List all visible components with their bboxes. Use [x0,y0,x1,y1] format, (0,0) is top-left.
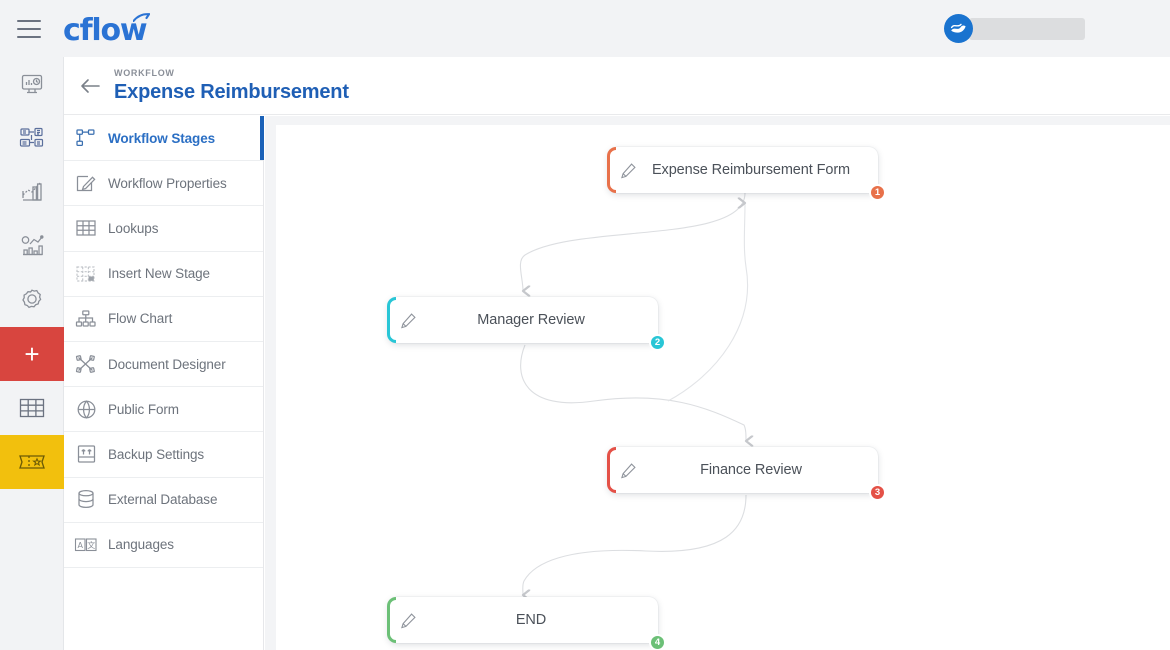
edit-square-icon [64,173,108,194]
rail-item-reports[interactable] [0,165,64,219]
menu-item-backup-settings[interactable]: Backup Settings [64,432,263,478]
flow-chart-icon [64,309,108,329]
menu-item-label: Lookups [108,220,159,236]
workflow-stages-icon [64,128,108,148]
back-arrow-icon[interactable] [77,73,103,99]
breadcrumb-eyebrow: WORKFLOW [114,68,175,79]
rail-item-settings[interactable] [0,273,64,327]
page-title: Expense Reimbursement [114,80,349,103]
menu-item-flow-chart[interactable]: Flow Chart [64,297,263,342]
menu-item-label: Workflow Properties [108,175,227,191]
app-root: cflow + WORKFLOW Expense Reimbursement W… [0,0,1170,650]
menu-item-label: Backup Settings [108,446,205,462]
menu-filler [64,568,263,650]
rail-item-add[interactable]: + [0,327,64,381]
menu-item-label: Insert New Stage [108,266,210,282]
rail-item-tables[interactable] [0,381,64,435]
plus-icon: + [24,339,40,369]
avatar-wave-icon [950,23,966,33]
database-icon [64,489,108,510]
node-badge: 1 [869,184,886,201]
breadcrumb: WORKFLOW Expense Reimbursement [114,68,349,103]
workflow-node-expense-reimbursement-form[interactable]: Expense Reimbursement Form 1 [607,147,886,201]
menu-item-document-designer[interactable]: Document Designer [64,342,263,388]
rail-item-analytics[interactable] [0,219,64,273]
globe-icon [64,399,108,420]
insert-stage-icon [64,265,108,283]
menu-item-external-database[interactable]: External Database [64,478,263,523]
node-accent-bar [387,597,396,643]
workflow-settings-menu: Workflow Stages Workflow Properties Look… [64,116,264,650]
edge-manager-to-finance [520,344,746,441]
dashboard-monitor-icon [21,74,43,94]
workflow-canvas[interactable]: Expense Reimbursement Form 1 Manager Rev… [265,116,1170,650]
workflow-node-end[interactable]: END 4 [387,597,666,650]
analytics-icon [21,235,44,256]
node-accent-bar [607,147,616,193]
menu-item-languages[interactable]: A 文 Languages [64,523,263,568]
menu-item-label: External Database [108,492,218,508]
menu-item-workflow-properties[interactable]: Workflow Properties [64,161,263,207]
canvas-surface[interactable]: Expense Reimbursement Form 1 Manager Rev… [276,125,1170,650]
menu-item-label: Workflow Stages [108,130,216,146]
node-label: Manager Review [477,312,585,328]
profile-chip[interactable] [944,14,1085,43]
node-label: Expense Reimbursement Form [651,162,851,178]
menu-item-label: Languages [108,537,174,553]
grid-table-icon [19,398,45,418]
process-flow-icon [19,127,44,147]
rail-item-dashboard[interactable] [0,57,64,111]
menu-item-public-form[interactable]: Public Form [64,387,263,433]
menu-item-label: Flow Chart [108,311,173,327]
top-bar: cflow [0,0,1170,57]
bar-chart-icon [22,182,42,201]
menu-item-label: Document Designer [108,356,226,372]
node-label: Finance Review [700,462,802,478]
node-label: END [515,612,547,628]
workflow-node-manager-review[interactable]: Manager Review 2 [387,297,666,351]
workflow-node-finance-review[interactable]: Finance Review 3 [607,447,886,501]
node-badge: 4 [649,634,666,650]
ticket-star-icon [19,455,45,469]
menu-item-label: Public Form [108,401,179,417]
rail-item-tickets[interactable] [0,435,64,489]
node-accent-bar [387,297,396,343]
content-header: WORKFLOW Expense Reimbursement [64,57,1170,115]
backup-upload-icon [64,444,108,464]
gear-icon [22,289,42,309]
table-grid-icon [64,219,108,237]
svg-text:文: 文 [87,540,95,550]
cflow-logo[interactable]: cflow [63,12,151,46]
profile-name-placeholder [969,17,1085,40]
rail-item-processes[interactable] [0,111,64,165]
avatar[interactable] [944,14,973,43]
hamburger-menu-icon[interactable] [17,19,41,38]
node-badge: 2 [649,334,666,351]
edge-form-to-manager [519,192,746,291]
edge-finance-to-end [523,494,747,595]
svg-text:A: A [77,541,83,550]
document-designer-icon [64,354,108,374]
workflow-connectors [519,192,1170,650]
languages-icon: A 文 [64,537,108,553]
menu-item-lookups[interactable]: Lookups [64,206,263,252]
icon-rail: + [0,57,64,650]
node-accent-bar [607,447,616,493]
logo-swoosh-icon [133,12,151,22]
edge-manager-back-to-form [667,203,748,402]
menu-item-workflow-stages[interactable]: Workflow Stages [64,116,264,162]
node-badge: 3 [869,484,886,501]
menu-item-insert-new-stage[interactable]: Insert New Stage [64,252,263,297]
